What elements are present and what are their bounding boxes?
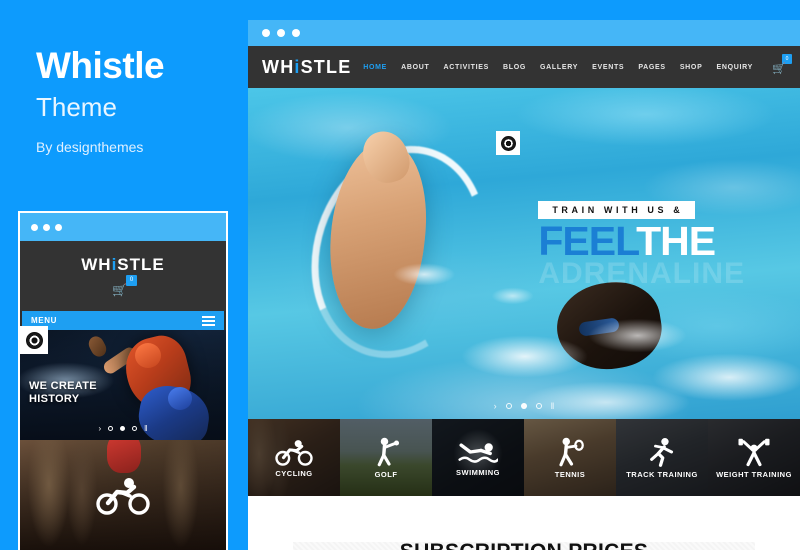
site-logo[interactable]: WHiSTLE — [262, 57, 351, 78]
cyclist-jersey — [106, 440, 141, 474]
slider-dot-2[interactable] — [520, 403, 527, 409]
nav-item-enquiry[interactable]: ENQUIRY — [716, 64, 753, 71]
slider-dot-1[interactable] — [505, 403, 512, 409]
hero-headline-ghost: ADRENALINE — [538, 257, 745, 291]
slider-pause-icon[interactable]: ‖ — [551, 401, 555, 411]
subscription-section: SUBSCRIPTION PRICES — [248, 496, 800, 550]
slider-pause-icon[interactable]: ‖ — [144, 424, 147, 433]
slider-dot-1[interactable] — [108, 426, 114, 431]
weightlifting-icon — [738, 438, 770, 466]
activity-tile-tennis[interactable]: TENNIS — [524, 419, 616, 496]
mobile-hero-caption: WE CREATE HISTORY — [29, 380, 97, 405]
slider-dot-3[interactable] — [535, 403, 542, 409]
activity-tiles: CYCLING GOLF SWIMMING TENNIS TRACK TRAIN… — [248, 419, 800, 496]
mobile-menu-bar[interactable]: MENU — [22, 311, 224, 330]
window-dot-minimize[interactable] — [277, 29, 285, 37]
mobile-cart-count: 0 — [126, 275, 137, 286]
activity-tile-cycling[interactable]: CYCLING — [248, 419, 340, 496]
window-dot-maximize[interactable] — [55, 223, 62, 231]
promo-byline: By designthemes — [36, 139, 144, 156]
nav-item-blog[interactable]: BLOG — [503, 64, 526, 71]
window-dot-close[interactable] — [262, 29, 270, 37]
browser-titlebar — [248, 20, 800, 46]
water-splash — [446, 279, 800, 419]
mobile-cart-button[interactable]: 0 🛒 — [112, 275, 137, 297]
mobile-slider-controls[interactable]: › ‖ — [20, 424, 226, 433]
mobile-logo-pre: WH — [81, 255, 112, 274]
hero-caption: TRAIN WITH US & FEELTHE ADRENALINE — [538, 200, 745, 291]
soccer-ball-tab-desktop[interactable] — [496, 131, 520, 155]
shopping-cart-icon: 🛒 — [772, 63, 786, 75]
site-logo-post: STLE — [300, 56, 352, 77]
site-logo-pre: WH — [262, 56, 295, 77]
window-dot-maximize[interactable] — [292, 29, 300, 37]
mobile-hero-slider: WE CREATE HISTORY › ‖ — [20, 330, 226, 440]
subscription-title: SUBSCRIPTION PRICES — [248, 540, 800, 550]
hero-eyebrow: TRAIN WITH US & — [538, 201, 696, 219]
nav-item-activities[interactable]: ACTIVITIES — [443, 64, 489, 71]
mobile-logo[interactable]: WHiSTLE — [81, 255, 165, 275]
site-header: WHiSTLE HOME ABOUT ACTIVITIES BLOG GALLE… — [248, 46, 800, 88]
left-promo-panel: Whistle Theme By designthemes WHiSTLE 0 … — [0, 0, 248, 550]
soccer-ball-icon — [500, 135, 516, 151]
activity-tile-track-training[interactable]: TRACK TRAINING — [616, 419, 708, 496]
hamburger-icon[interactable] — [202, 315, 215, 326]
activity-tile-weight-training[interactable]: WEIGHT TRAINING — [708, 419, 800, 496]
mobile-hero-caption-line1: WE CREATE — [29, 380, 97, 392]
activity-label-swimming: SWIMMING — [456, 467, 500, 477]
hero-headline: FEELTHE — [538, 221, 745, 262]
window-dot-close[interactable] — [31, 223, 38, 231]
nav-item-gallery[interactable]: GALLERY — [540, 64, 578, 71]
desktop-browser-mockup: WHiSTLE HOME ABOUT ACTIVITIES BLOG GALLE… — [248, 20, 800, 550]
activity-label-golf: GOLF — [374, 469, 398, 479]
mobile-hero-caption-line2: HISTORY — [29, 392, 80, 405]
mobile-mockup: WHiSTLE 0 🛒 MENU WE CREATE HISTORY › ‖ — [18, 211, 228, 550]
running-icon — [650, 437, 674, 467]
nav-item-home[interactable]: HOME — [363, 64, 387, 71]
mobile-site-header: WHiSTLE 0 🛒 — [20, 241, 226, 311]
promo-title: Whistle — [36, 45, 165, 86]
mobile-menu-label: MENU — [31, 316, 57, 325]
hero-slider-controls[interactable]: › ‖ — [248, 401, 800, 411]
activity-tile-golf[interactable]: GOLF — [340, 419, 432, 496]
activity-label-weight-training: WEIGHT TRAINING — [716, 469, 792, 479]
mobile-logo-post: STLE — [117, 255, 165, 274]
activity-label-tennis: TENNIS — [554, 469, 586, 479]
swimming-icon — [458, 442, 498, 463]
slider-next-icon[interactable]: › — [99, 424, 102, 433]
nav-item-shop[interactable]: SHOP — [680, 64, 703, 71]
soccer-ball-icon — [25, 331, 43, 349]
mobile-titlebar — [20, 213, 226, 241]
promo-block: Whistle Theme By designthemes — [36, 45, 236, 156]
hero-slider: TRAIN WITH US & FEELTHE ADRENALINE › ‖ — [248, 88, 800, 419]
shopping-cart-icon: 🛒 — [112, 283, 127, 297]
nav-item-events[interactable]: EVENTS — [592, 64, 624, 71]
slider-dot-2[interactable] — [120, 426, 126, 431]
cart-button[interactable]: 0 🛒 — [772, 54, 792, 75]
cycling-icon — [96, 478, 150, 515]
activity-label-cycling: CYCLING — [275, 468, 313, 478]
nav-item-pages[interactable]: PAGES — [638, 64, 666, 71]
activity-tile-swimming[interactable]: SWIMMING — [432, 419, 524, 496]
cycling-icon — [275, 439, 313, 466]
golf-icon — [377, 437, 400, 466]
main-navigation: HOME ABOUT ACTIVITIES BLOG GALLERY EVENT… — [363, 54, 792, 75]
activity-label-track-training: TRACK TRAINING — [626, 469, 698, 479]
slider-next-icon[interactable]: › — [494, 401, 497, 411]
soccer-ball-tab-mobile[interactable] — [20, 326, 48, 354]
mobile-activity-tile-cycling[interactable] — [20, 440, 226, 550]
tennis-icon — [559, 437, 584, 466]
promo-subtitle: Theme — [36, 91, 117, 122]
nav-item-about[interactable]: ABOUT — [401, 64, 429, 71]
window-dot-minimize[interactable] — [43, 223, 50, 231]
slider-dot-3[interactable] — [132, 426, 138, 431]
